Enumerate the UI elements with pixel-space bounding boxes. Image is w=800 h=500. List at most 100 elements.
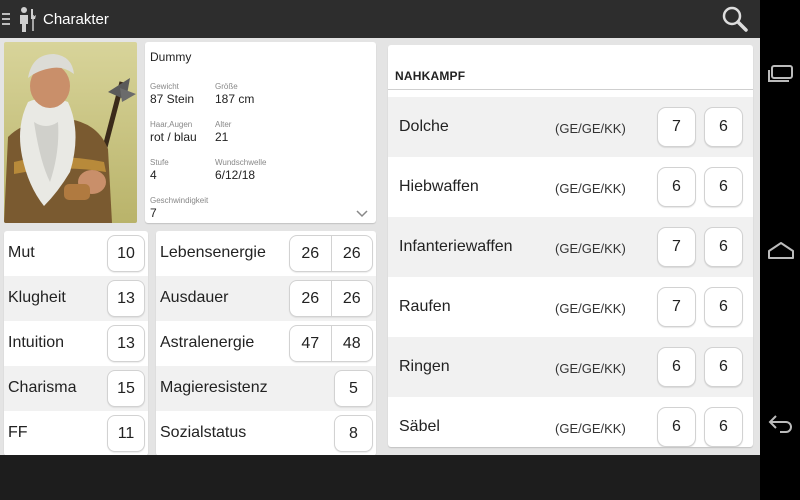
energy-value[interactable]: 8 <box>334 415 373 452</box>
speed-label: Geschwindigkeit <box>150 196 209 205</box>
content-area: Dummy Gewicht 87 Stein Größe 187 cm Haar… <box>0 38 760 456</box>
energy-row[interactable]: Sozialstatus 8 <box>156 411 376 456</box>
attribute-label: Intuition <box>8 334 65 351</box>
action-bar: Charakter <box>0 0 760 38</box>
parry-value[interactable]: 6 <box>704 407 743 447</box>
parry-value[interactable]: 6 <box>704 227 743 267</box>
energy-current[interactable]: 26 <box>290 281 331 316</box>
attribute-value[interactable]: 11 <box>107 415 145 452</box>
skill-row[interactable]: Hiebwaffen (GE/GE/KK) 6 6 <box>388 157 753 217</box>
skill-row[interactable]: Infanteriewaffen (GE/GE/KK) 7 6 <box>388 217 753 277</box>
attack-value[interactable]: 6 <box>657 407 696 447</box>
attribute-value[interactable]: 13 <box>107 280 145 317</box>
weight-value: 87 Stein <box>150 92 195 106</box>
hair-eyes-value: rot / blau <box>150 130 197 144</box>
attribute-label: Mut <box>8 244 35 261</box>
skill-row[interactable]: Dolche (GE/GE/KK) 7 6 <box>388 97 753 157</box>
energy-label: Astralenergie <box>160 334 255 351</box>
skill-row[interactable]: Ringen (GE/GE/KK) 6 6 <box>388 337 753 397</box>
attributes-card: Mut 10 Klugheit 13 Intuition 13 Charisma… <box>4 231 148 456</box>
energies-card: Lebensenergie 26 26 Ausdauer 26 26 Astra… <box>156 231 376 456</box>
character-icon[interactable] <box>15 5 39 33</box>
skill-attributes: (GE/GE/KK) <box>555 121 626 136</box>
wound-threshold-value: 6/12/18 <box>215 168 256 182</box>
energy-row[interactable]: Lebensenergie 26 26 <box>156 231 376 276</box>
parry-value[interactable]: 6 <box>704 287 743 327</box>
energy-value-pair[interactable]: 47 48 <box>289 325 373 362</box>
energy-label: Ausdauer <box>160 289 229 306</box>
height-label: Größe <box>215 82 238 91</box>
energy-current[interactable]: 26 <box>290 236 331 271</box>
age-value: 21 <box>215 130 229 144</box>
attribute-row[interactable]: Klugheit 13 <box>4 276 148 321</box>
energy-max[interactable]: 48 <box>330 326 373 361</box>
parry-value[interactable]: 6 <box>704 107 743 147</box>
energy-value[interactable]: 5 <box>334 370 373 407</box>
skill-name: Infanteriewaffen <box>399 238 513 255</box>
energy-max[interactable]: 26 <box>330 281 373 316</box>
energy-label: Lebensenergie <box>160 244 266 261</box>
skill-name: Raufen <box>399 298 451 315</box>
parry-value[interactable]: 6 <box>704 167 743 207</box>
level-label: Stufe <box>150 158 169 167</box>
attribute-value[interactable]: 10 <box>107 235 145 272</box>
character-info-card: Dummy Gewicht 87 Stein Größe 187 cm Haar… <box>145 42 376 223</box>
skill-attributes: (GE/GE/KK) <box>555 241 626 256</box>
skill-attributes: (GE/GE/KK) <box>555 301 626 316</box>
level-value: 4 <box>150 168 157 182</box>
skill-name: Dolche <box>399 118 449 135</box>
energy-value-pair[interactable]: 26 26 <box>289 235 373 272</box>
age-label: Alter <box>215 120 232 129</box>
energy-row[interactable]: Ausdauer 26 26 <box>156 276 376 321</box>
energy-label: Sozialstatus <box>160 424 247 441</box>
skill-row[interactable]: Säbel (GE/GE/KK) 6 6 <box>388 397 753 447</box>
home-icon[interactable] <box>766 238 796 262</box>
bottom-bar <box>0 455 760 500</box>
recent-apps-icon[interactable] <box>766 62 796 86</box>
parry-value[interactable]: 6 <box>704 347 743 387</box>
skill-row[interactable]: Raufen (GE/GE/KK) 7 6 <box>388 277 753 337</box>
energy-row[interactable]: Astralenergie 47 48 <box>156 321 376 366</box>
wound-threshold-label: Wundschwelle <box>215 158 267 167</box>
nahkampf-header: NAHKAMPF <box>388 45 753 90</box>
system-nav-bar <box>760 0 800 500</box>
height-value: 187 cm <box>215 92 255 106</box>
energy-row[interactable]: Magieresistenz 5 <box>156 366 376 411</box>
attribute-row[interactable]: Intuition 13 <box>4 321 148 366</box>
energy-value-pair[interactable]: 26 26 <box>289 280 373 317</box>
skill-name: Hiebwaffen <box>399 178 479 195</box>
attribute-row[interactable]: FF 11 <box>4 411 148 456</box>
skill-attributes: (GE/GE/KK) <box>555 421 626 436</box>
character-name: Dummy <box>150 50 192 64</box>
page-title: Charakter <box>43 10 109 28</box>
skill-attributes: (GE/GE/KK) <box>555 361 626 376</box>
attack-value[interactable]: 6 <box>657 167 696 207</box>
skill-name: Ringen <box>399 358 450 375</box>
attribute-row[interactable]: Mut 10 <box>4 231 148 276</box>
search-icon[interactable] <box>720 5 750 33</box>
attribute-row[interactable]: Charisma 15 <box>4 366 148 411</box>
attribute-label: Charisma <box>8 379 77 396</box>
attack-value[interactable]: 7 <box>657 227 696 267</box>
weight-label: Gewicht <box>150 82 179 91</box>
nahkampf-card: NAHKAMPF Dolche (GE/GE/KK) 7 6 Hiebwaffe… <box>388 45 753 447</box>
skill-name: Säbel <box>399 418 440 435</box>
attribute-label: FF <box>8 424 28 441</box>
attack-value[interactable]: 6 <box>657 347 696 387</box>
nahkampf-title: NAHKAMPF <box>395 69 466 83</box>
attack-value[interactable]: 7 <box>657 107 696 147</box>
energy-current[interactable]: 47 <box>290 326 331 361</box>
attack-value[interactable]: 7 <box>657 287 696 327</box>
attribute-label: Klugheit <box>8 289 66 306</box>
character-portrait <box>4 42 137 223</box>
hair-eyes-label: Haar,Augen <box>150 120 193 129</box>
back-icon[interactable] <box>766 412 796 436</box>
skill-attributes: (GE/GE/KK) <box>555 181 626 196</box>
attribute-value[interactable]: 15 <box>107 370 145 407</box>
energy-max[interactable]: 26 <box>330 236 373 271</box>
attribute-value[interactable]: 13 <box>107 325 145 362</box>
energy-label: Magieresistenz <box>160 379 268 396</box>
chevron-down-icon[interactable] <box>356 210 368 218</box>
speed-value: 7 <box>150 206 157 220</box>
menu-icon[interactable] <box>2 12 12 26</box>
